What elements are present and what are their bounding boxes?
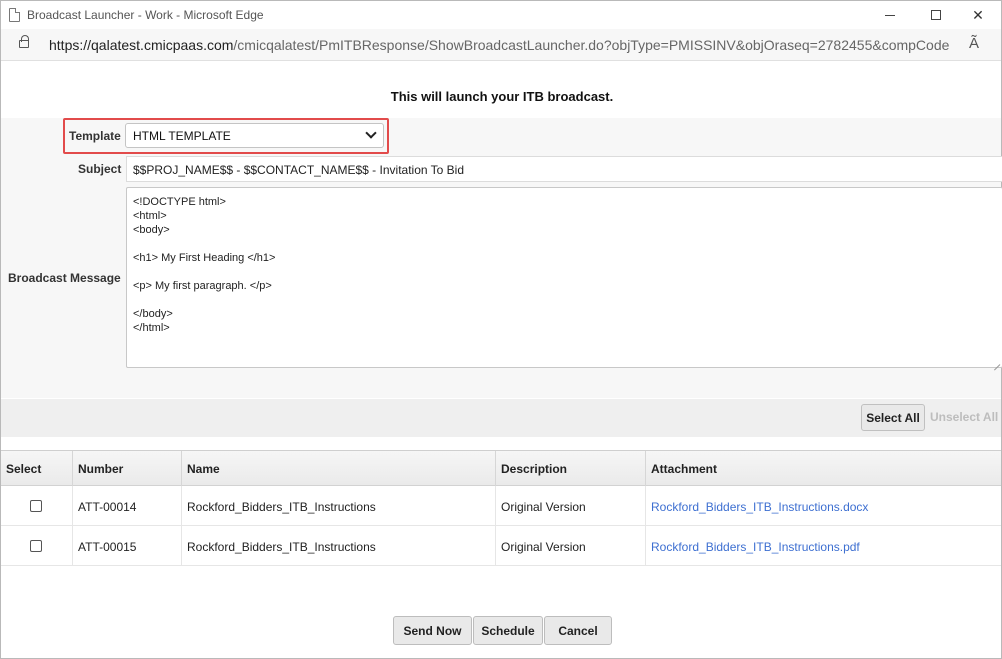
unselect-all-button[interactable]: Unselect All (930, 410, 998, 424)
maximize-button[interactable] (913, 1, 959, 29)
send-now-button[interactable]: Send Now (393, 616, 472, 645)
chevron-down-icon (365, 127, 377, 139)
address-bar[interactable]: https://qalatest.cmicpaas.com/cmicqalate… (1, 29, 1001, 61)
cancel-button[interactable]: Cancel (544, 616, 612, 645)
read-aloud-icon[interactable]: Ã (969, 35, 979, 52)
column-header-select[interactable]: Select (1, 451, 73, 486)
attachment-link[interactable]: Rockford_Bidders_ITB_Instructions.pdf (651, 540, 860, 554)
page-document-icon (9, 8, 20, 22)
row-checkbox[interactable] (30, 500, 42, 512)
broadcast-message-label: Broadcast Message (8, 271, 121, 285)
select-cell (1, 486, 73, 525)
table-row: ATT-00014 Rockford_Bidders_ITB_Instructi… (1, 486, 1001, 526)
table-header: Select Number Name Description Attachmen… (1, 450, 1001, 486)
maximize-icon (931, 10, 941, 20)
select-cell (1, 526, 73, 565)
attachment-link[interactable]: Rockford_Bidders_ITB_Instructions.docx (651, 500, 868, 514)
url-text[interactable]: https://qalatest.cmicpaas.com/cmicqalate… (49, 37, 949, 53)
broadcast-message-textarea[interactable]: <!DOCTYPE html> <html> <body> <h1> My Fi… (126, 187, 1002, 368)
resize-grip-icon[interactable] (991, 356, 1001, 366)
description-cell: Original Version (496, 526, 646, 565)
minimize-icon (885, 14, 895, 16)
close-icon: ✕ (972, 6, 984, 23)
column-header-attachment[interactable]: Attachment (646, 451, 1001, 486)
minimize-button[interactable] (867, 1, 913, 29)
template-select[interactable]: HTML TEMPLATE (125, 123, 384, 148)
column-header-name[interactable]: Name (182, 451, 496, 486)
number-cell: ATT-00015 (73, 526, 182, 565)
lock-icon[interactable] (19, 35, 29, 48)
template-selected-value: HTML TEMPLATE (133, 129, 231, 143)
column-header-description[interactable]: Description (496, 451, 646, 486)
window-title: Broadcast Launcher - Work - Microsoft Ed… (27, 8, 264, 22)
attachment-cell: Rockford_Bidders_ITB_Instructions.pdf (646, 526, 1001, 565)
browser-window: Broadcast Launcher - Work - Microsoft Ed… (0, 0, 1002, 659)
subject-input[interactable]: $$PROJ_NAME$$ - $$CONTACT_NAME$$ - Invit… (126, 156, 1002, 182)
select-all-button[interactable]: Select All (861, 404, 925, 431)
page-title: This will launch your ITB broadcast. (390, 89, 614, 104)
description-cell: Original Version (496, 486, 646, 525)
url-path: /cmicqalatest/PmITBResponse/ShowBroadcas… (233, 37, 949, 53)
title-bar: Broadcast Launcher - Work - Microsoft Ed… (1, 1, 1001, 29)
selection-toolbar (1, 399, 1001, 437)
template-label: Template (69, 129, 121, 143)
schedule-button[interactable]: Schedule (473, 616, 543, 645)
number-cell: ATT-00014 (73, 486, 182, 525)
row-checkbox[interactable] (30, 540, 42, 552)
column-header-number[interactable]: Number (73, 451, 182, 486)
close-window-button[interactable]: ✕ (955, 1, 1001, 29)
url-host: https://qalatest.cmicpaas.com (49, 37, 234, 53)
subject-label: Subject (78, 162, 122, 176)
name-cell: Rockford_Bidders_ITB_Instructions (182, 526, 496, 565)
attachment-cell: Rockford_Bidders_ITB_Instructions.docx (646, 486, 1001, 525)
name-cell: Rockford_Bidders_ITB_Instructions (182, 486, 496, 525)
table-row: ATT-00015 Rockford_Bidders_ITB_Instructi… (1, 526, 1001, 566)
